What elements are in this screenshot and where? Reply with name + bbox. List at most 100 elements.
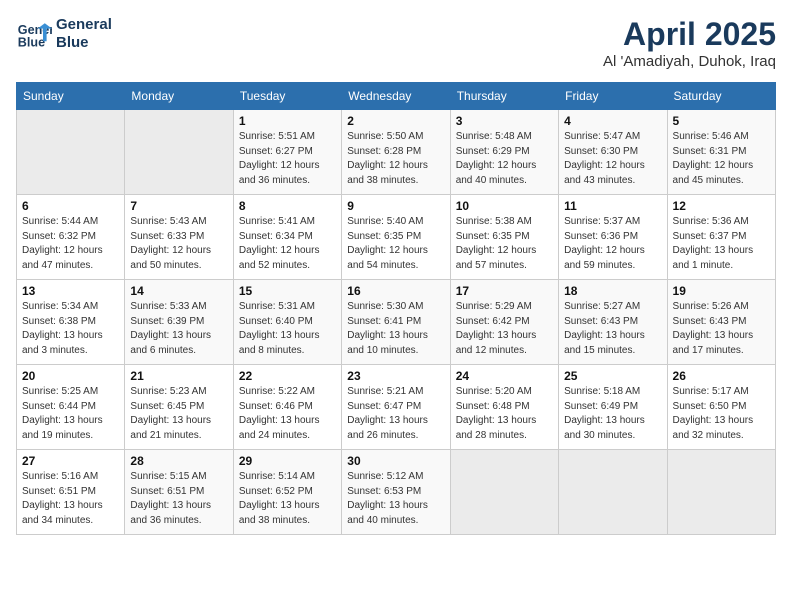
calendar-day-cell: 25 Sunrise: 5:18 AMSunset: 6:49 PMDayligh… <box>559 365 667 450</box>
calendar-day-cell: 17 Sunrise: 5:29 AMSunset: 6:42 PMDayligh… <box>450 280 558 365</box>
logo-text-line1: General <box>56 16 112 34</box>
day-info: Sunrise: 5:25 AMSunset: 6:44 PMDaylight:… <box>22 385 119 443</box>
empty-cell <box>559 450 667 535</box>
weekday-header: Sunday <box>17 83 125 110</box>
day-info: Sunrise: 5:48 AMSunset: 6:29 PMDaylight:… <box>456 130 553 188</box>
day-number: 4 <box>564 114 661 128</box>
day-info: Sunrise: 5:17 AMSunset: 6:50 PMDaylight:… <box>673 385 770 443</box>
calendar-day-cell: 20 Sunrise: 5:25 AMSunset: 6:44 PMDayligh… <box>17 365 125 450</box>
empty-cell <box>17 110 125 195</box>
day-info: Sunrise: 5:12 AMSunset: 6:53 PMDaylight:… <box>347 470 444 528</box>
day-number: 14 <box>130 284 227 298</box>
calendar-day-cell: 28Sunrise: 5:15 AMSunset: 6:51 PMDayligh… <box>125 450 233 535</box>
day-info: Sunrise: 5:21 AMSunset: 6:47 PMDaylight:… <box>347 385 444 443</box>
day-info: Sunrise: 5:46 AMSunset: 6:31 PMDaylight:… <box>673 130 770 188</box>
weekday-header: Monday <box>125 83 233 110</box>
day-info: Sunrise: 5:14 AMSunset: 6:52 PMDaylight:… <box>239 470 336 528</box>
day-info: Sunrise: 5:43 AMSunset: 6:33 PMDaylight:… <box>130 215 227 273</box>
calendar-day-cell: 21 Sunrise: 5:23 AMSunset: 6:45 PMDayligh… <box>125 365 233 450</box>
day-number: 17 <box>456 284 553 298</box>
day-number: 23 <box>347 369 444 383</box>
month-title: April 2025 <box>603 16 776 53</box>
calendar-day-cell: 9Sunrise: 5:40 AMSunset: 6:35 PMDaylight… <box>342 195 450 280</box>
day-info: Sunrise: 5:20 AMSunset: 6:48 PMDaylight:… <box>456 385 553 443</box>
logo-text-line2: Blue <box>56 34 112 52</box>
calendar-table: SundayMondayTuesdayWednesdayThursdayFrid… <box>16 82 776 535</box>
day-info: Sunrise: 5:29 AMSunset: 6:42 PMDaylight:… <box>456 300 553 358</box>
day-info: Sunrise: 5:51 AMSunset: 6:27 PMDaylight:… <box>239 130 336 188</box>
day-number: 7 <box>130 199 227 213</box>
calendar-day-cell: 1 Sunrise: 5:51 AMSunset: 6:27 PMDaylight… <box>233 110 341 195</box>
empty-cell <box>667 450 775 535</box>
calendar-day-cell: 16 Sunrise: 5:30 AMSunset: 6:41 PMDayligh… <box>342 280 450 365</box>
day-info: Sunrise: 5:18 AMSunset: 6:49 PMDaylight:… <box>564 385 661 443</box>
calendar-day-cell: 6 Sunrise: 5:44 AMSunset: 6:32 PMDaylight… <box>17 195 125 280</box>
day-number: 24 <box>456 369 553 383</box>
location: Al 'Amadiyah, Duhok, Iraq <box>603 53 776 70</box>
weekday-header: Friday <box>559 83 667 110</box>
day-number: 6 <box>22 199 119 213</box>
day-number: 5 <box>673 114 770 128</box>
day-number: 29 <box>239 454 336 468</box>
day-number: 1 <box>239 114 336 128</box>
day-number: 18 <box>564 284 661 298</box>
day-info: Sunrise: 5:31 AMSunset: 6:40 PMDaylight:… <box>239 300 336 358</box>
day-info: Sunrise: 5:50 AMSunset: 6:28 PMDaylight:… <box>347 130 444 188</box>
day-info: Sunrise: 5:40 AMSunset: 6:35 PMDaylight:… <box>347 215 444 273</box>
calendar-day-cell: 10 Sunrise: 5:38 AMSunset: 6:35 PMDayligh… <box>450 195 558 280</box>
calendar-day-cell: 5 Sunrise: 5:46 AMSunset: 6:31 PMDaylight… <box>667 110 775 195</box>
day-number: 27 <box>22 454 119 468</box>
day-number: 2 <box>347 114 444 128</box>
day-number: 12 <box>673 199 770 213</box>
calendar-day-cell: 26 Sunrise: 5:17 AMSunset: 6:50 PMDayligh… <box>667 365 775 450</box>
day-info: Sunrise: 5:27 AMSunset: 6:43 PMDaylight:… <box>564 300 661 358</box>
day-number: 16 <box>347 284 444 298</box>
calendar-day-cell: 2 Sunrise: 5:50 AMSunset: 6:28 PMDaylight… <box>342 110 450 195</box>
weekday-header: Thursday <box>450 83 558 110</box>
calendar-day-cell: 13Sunrise: 5:34 AMSunset: 6:38 PMDayligh… <box>17 280 125 365</box>
calendar-day-cell: 24 Sunrise: 5:20 AMSunset: 6:48 PMDayligh… <box>450 365 558 450</box>
weekday-header: Saturday <box>667 83 775 110</box>
day-info: Sunrise: 5:34 AMSunset: 6:38 PMDaylight:… <box>22 300 119 358</box>
day-info: Sunrise: 5:23 AMSunset: 6:45 PMDaylight:… <box>130 385 227 443</box>
title-area: April 2025 Al 'Amadiyah, Duhok, Iraq <box>603 16 776 70</box>
day-number: 10 <box>456 199 553 213</box>
day-info: Sunrise: 5:16 AMSunset: 6:51 PMDaylight:… <box>22 470 119 528</box>
calendar-day-cell: 11Sunrise: 5:37 AMSunset: 6:36 PMDayligh… <box>559 195 667 280</box>
day-number: 15 <box>239 284 336 298</box>
weekday-header: Tuesday <box>233 83 341 110</box>
day-number: 20 <box>22 369 119 383</box>
logo-icon: General Blue <box>16 16 52 52</box>
calendar-day-cell: 22 Sunrise: 5:22 AMSunset: 6:46 PMDayligh… <box>233 365 341 450</box>
day-number: 26 <box>673 369 770 383</box>
calendar-day-cell: 8 Sunrise: 5:41 AMSunset: 6:34 PMDaylight… <box>233 195 341 280</box>
day-info: Sunrise: 5:47 AMSunset: 6:30 PMDaylight:… <box>564 130 661 188</box>
day-info: Sunrise: 5:22 AMSunset: 6:46 PMDaylight:… <box>239 385 336 443</box>
day-number: 28 <box>130 454 227 468</box>
calendar-day-cell: 15 Sunrise: 5:31 AMSunset: 6:40 PMDayligh… <box>233 280 341 365</box>
empty-cell <box>125 110 233 195</box>
calendar-day-cell: 18 Sunrise: 5:27 AMSunset: 6:43 PMDayligh… <box>559 280 667 365</box>
day-info: Sunrise: 5:44 AMSunset: 6:32 PMDaylight:… <box>22 215 119 273</box>
day-info: Sunrise: 5:37 AMSunset: 6:36 PMDaylight:… <box>564 215 661 273</box>
svg-text:Blue: Blue <box>18 36 45 50</box>
calendar-day-cell: 3 Sunrise: 5:48 AMSunset: 6:29 PMDaylight… <box>450 110 558 195</box>
logo: General Blue General Blue <box>16 16 112 52</box>
page-header: General Blue General Blue April 2025 Al … <box>16 16 776 70</box>
day-number: 30 <box>347 454 444 468</box>
day-info: Sunrise: 5:36 AMSunset: 6:37 PMDaylight:… <box>673 215 770 273</box>
day-info: Sunrise: 5:41 AMSunset: 6:34 PMDaylight:… <box>239 215 336 273</box>
calendar-day-cell: 4 Sunrise: 5:47 AMSunset: 6:30 PMDaylight… <box>559 110 667 195</box>
calendar-day-cell: 14 Sunrise: 5:33 AMSunset: 6:39 PMDayligh… <box>125 280 233 365</box>
calendar-day-cell: 12 Sunrise: 5:36 AMSunset: 6:37 PMDayligh… <box>667 195 775 280</box>
calendar-day-cell: 27 Sunrise: 5:16 AMSunset: 6:51 PMDayligh… <box>17 450 125 535</box>
day-number: 22 <box>239 369 336 383</box>
day-info: Sunrise: 5:38 AMSunset: 6:35 PMDaylight:… <box>456 215 553 273</box>
day-number: 8 <box>239 199 336 213</box>
day-info: Sunrise: 5:30 AMSunset: 6:41 PMDaylight:… <box>347 300 444 358</box>
day-info: Sunrise: 5:33 AMSunset: 6:39 PMDaylight:… <box>130 300 227 358</box>
day-number: 21 <box>130 369 227 383</box>
day-number: 25 <box>564 369 661 383</box>
day-number: 3 <box>456 114 553 128</box>
calendar-day-cell: 7 Sunrise: 5:43 AMSunset: 6:33 PMDaylight… <box>125 195 233 280</box>
